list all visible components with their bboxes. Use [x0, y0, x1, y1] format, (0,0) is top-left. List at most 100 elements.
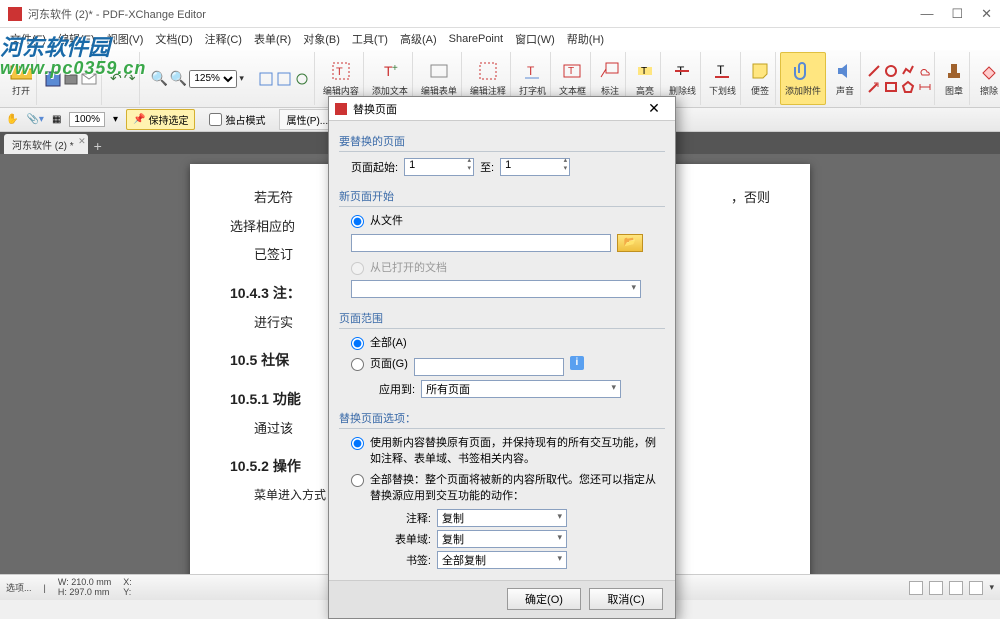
document-tab[interactable]: 河东软件 (2) * ✕: [4, 134, 88, 154]
undo-icon[interactable]: ↶: [110, 70, 122, 87]
formfields-combo[interactable]: 复制: [437, 530, 567, 548]
from-opened-label: 从已打开的文档: [370, 260, 447, 277]
properties-button[interactable]: 属性(P)...: [279, 109, 335, 130]
menu-form[interactable]: 表单(R): [250, 29, 295, 49]
apply-to-label: 应用到:: [379, 381, 415, 397]
dialog-icon: [335, 103, 347, 115]
tab-close-icon[interactable]: ✕: [78, 136, 86, 147]
edit-comment-icon: [477, 60, 499, 82]
formfields-label: 表单域:: [389, 531, 431, 547]
apply-to-combo[interactable]: 所有页面: [421, 380, 621, 398]
dimension-icon[interactable]: [918, 80, 932, 94]
keep-interactive-radio[interactable]: [351, 437, 364, 450]
to-page-input[interactable]: 1: [500, 158, 570, 176]
all-pages-radio[interactable]: [351, 337, 364, 350]
menu-document[interactable]: 文档(D): [151, 29, 196, 49]
stamp-button[interactable]: 图章: [939, 52, 970, 105]
new-tab-button[interactable]: +: [94, 138, 102, 154]
zoom-in-icon[interactable]: 🔍: [170, 70, 187, 87]
window-title: 河东软件 (2)* - PDF-XChange Editor: [28, 6, 920, 22]
close-button[interactable]: ✕: [981, 6, 992, 22]
polygon-icon[interactable]: [901, 80, 915, 94]
options-button[interactable]: 选项...: [6, 581, 32, 594]
info-icon[interactable]: i: [570, 356, 584, 370]
keep-selected-toggle[interactable]: 📌 保持选定: [126, 109, 195, 130]
opened-doc-combo[interactable]: [351, 280, 641, 298]
fit-width-icon[interactable]: [276, 71, 292, 87]
open-button[interactable]: 打开: [6, 52, 37, 105]
pages-input[interactable]: [414, 358, 564, 376]
sound-button[interactable]: 声音: [830, 52, 861, 105]
fit-page-icon[interactable]: [258, 71, 274, 87]
menu-tool[interactable]: 工具(T): [348, 29, 392, 49]
exclusive-mode-toggle[interactable]: 独占模式: [203, 110, 271, 129]
from-file-radio[interactable]: [351, 215, 364, 228]
underline-button[interactable]: T下划线: [705, 52, 741, 105]
eraser-icon: [978, 60, 1000, 82]
menu-view[interactable]: 视图(V): [103, 29, 148, 49]
bookmarks-combo[interactable]: 全部复制: [437, 551, 567, 569]
browse-button[interactable]: 📂: [617, 234, 643, 252]
sticky-note-button[interactable]: 便签: [745, 52, 776, 105]
pages-radio[interactable]: [351, 358, 364, 371]
menu-help[interactable]: 帮助(H): [563, 29, 608, 49]
layout-cont-facing-icon[interactable]: [969, 581, 983, 595]
cancel-button[interactable]: 取消(C): [589, 588, 663, 610]
zoom-select[interactable]: 125%: [189, 70, 237, 88]
maximize-button[interactable]: ☐: [951, 6, 963, 22]
minimize-button[interactable]: —: [920, 6, 933, 22]
shape-tools: [865, 52, 935, 105]
exclusive-checkbox[interactable]: [209, 113, 222, 126]
from-page-input[interactable]: 1: [404, 158, 474, 176]
pattern-icon[interactable]: ▦: [52, 114, 61, 125]
eraser-button[interactable]: 擦除: [974, 52, 1000, 105]
redo-icon[interactable]: ↷: [124, 70, 136, 87]
opacity-value[interactable]: 100%: [69, 112, 105, 127]
menu-comment[interactable]: 注释(C): [201, 29, 246, 49]
replace-all-radio[interactable]: [351, 474, 364, 487]
menu-file[interactable]: 文件(F): [6, 29, 50, 49]
callout-icon: [599, 60, 621, 82]
menu-window[interactable]: 窗口(W): [511, 29, 559, 49]
rect-icon[interactable]: [884, 80, 898, 94]
folder-open-icon: [10, 60, 32, 82]
from-label: 页面起始:: [351, 159, 398, 175]
fit-tools: [254, 52, 315, 105]
stamp-icon: [943, 60, 965, 82]
from-opened-radio: [351, 262, 364, 275]
attach-file-button[interactable]: 添加附件: [780, 52, 826, 105]
file-path-input[interactable]: [351, 234, 611, 252]
line-icon[interactable]: [867, 64, 881, 78]
dialog-close-button[interactable]: ✕: [639, 100, 669, 117]
menu-sharepoint[interactable]: SharePoint: [445, 31, 507, 47]
arrow-icon[interactable]: [867, 80, 881, 94]
rotate-icon[interactable]: [294, 71, 310, 87]
cloud-icon[interactable]: [918, 64, 932, 78]
zoom-controls: 🔍 🔍 125% ▾: [144, 70, 249, 88]
zoom-out-icon[interactable]: 🔍: [150, 70, 167, 87]
underline-icon: T: [711, 60, 733, 82]
to-label: 至:: [480, 159, 494, 175]
textbox-icon: T: [561, 60, 583, 82]
layout-facing-icon[interactable]: [949, 581, 963, 595]
circle-icon[interactable]: [884, 64, 898, 78]
zoom-fit-icon[interactable]: ▾: [239, 73, 244, 84]
layout-cont-icon[interactable]: [929, 581, 943, 595]
ok-button[interactable]: 确定(O): [507, 588, 581, 610]
hand-icon[interactable]: ✋: [6, 114, 18, 125]
menu-edit[interactable]: 编辑(E): [54, 29, 99, 49]
from-file-label: 从文件: [370, 213, 403, 230]
menu-object[interactable]: 对象(B): [299, 29, 344, 49]
polyline-icon[interactable]: [901, 64, 915, 78]
dialog-titlebar[interactable]: 替换页面 ✕: [329, 97, 675, 121]
save-icon[interactable]: [45, 71, 61, 87]
replace-all-label: 全部替换：整个页面将被新的内容所取代。您还可以指定从替换源应用到交互功能的动作：: [370, 472, 665, 505]
layout-single-icon[interactable]: [909, 581, 923, 595]
comments-combo[interactable]: 复制: [437, 509, 567, 527]
pages-label: 页面(G): [370, 356, 408, 373]
attach-small-icon[interactable]: 📎▾: [26, 114, 43, 125]
mail-icon[interactable]: [81, 71, 97, 87]
menu-advanced[interactable]: 高级(A): [396, 29, 441, 49]
print-icon[interactable]: [63, 71, 79, 87]
comments-label: 注释:: [389, 510, 431, 526]
